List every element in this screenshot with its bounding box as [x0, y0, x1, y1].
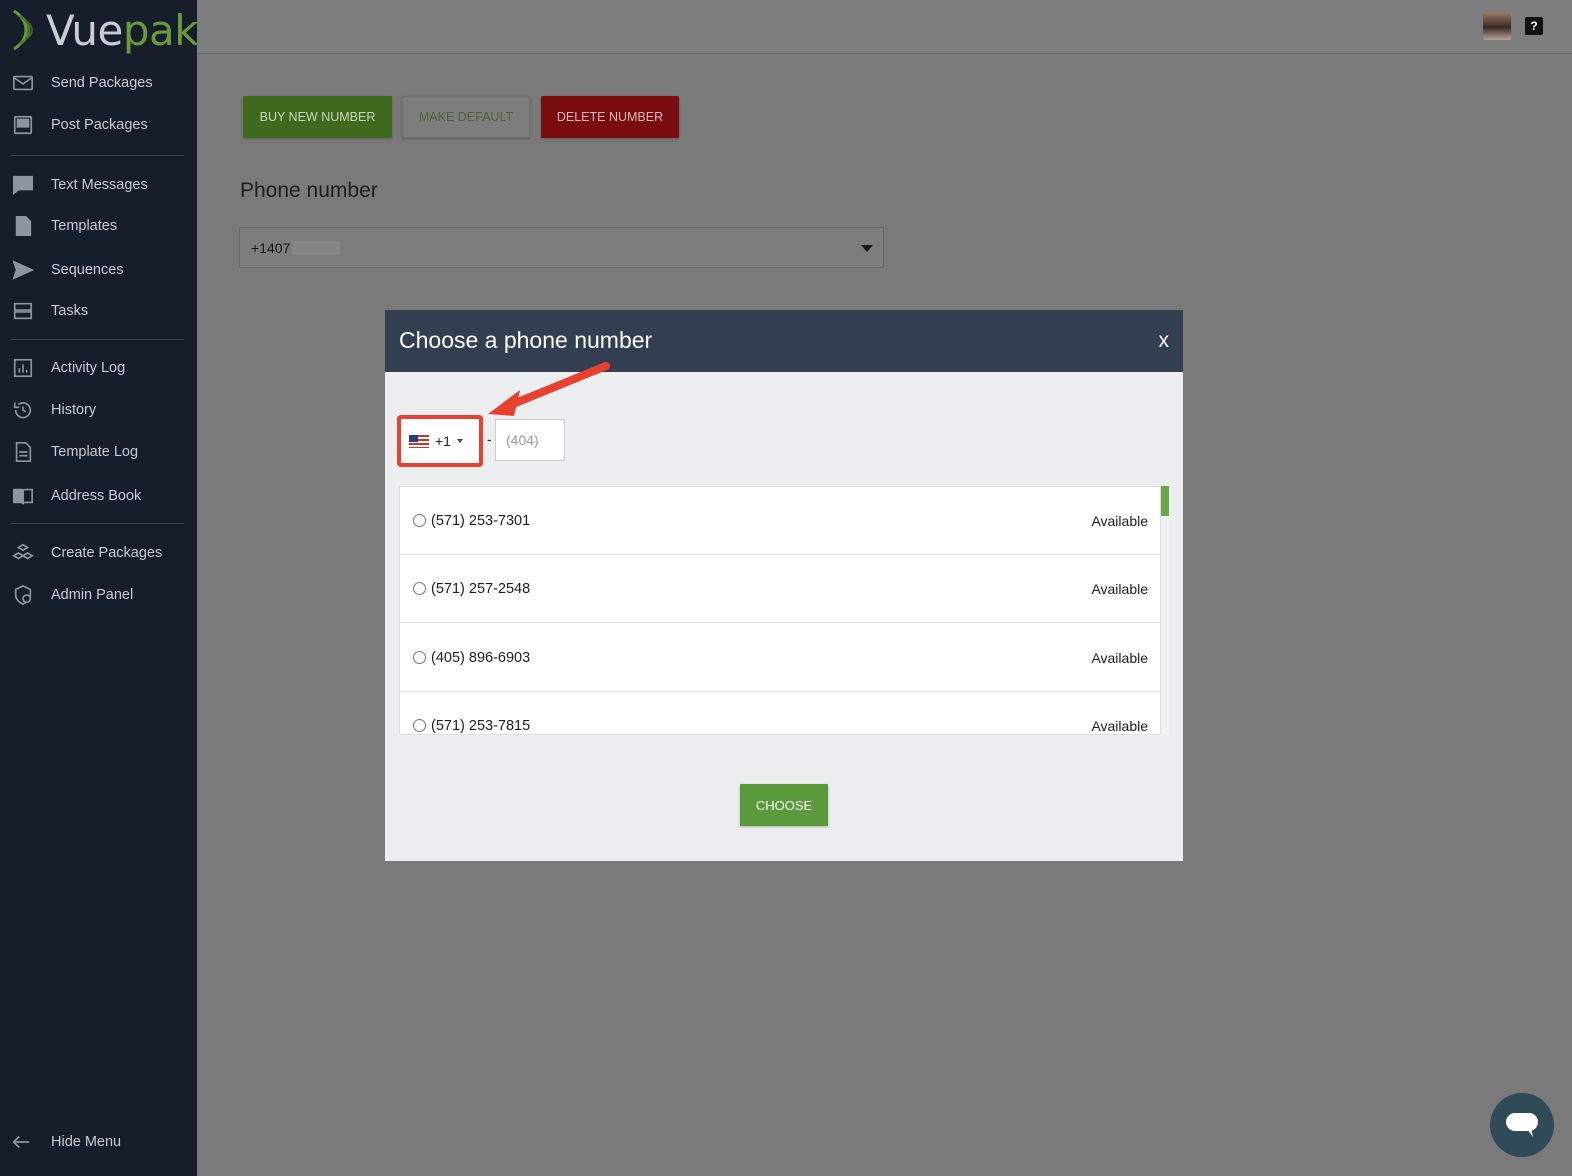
buy-new-number-button[interactable]: BUY NEW NUMBER — [243, 96, 392, 138]
phone-number-option: (405) 896-6903 — [431, 649, 531, 666]
list-item[interactable]: (571) 257-2548 Available — [400, 555, 1160, 623]
user-avatar[interactable] — [1483, 12, 1511, 40]
list-scrollbar-thumb[interactable] — [1161, 486, 1169, 516]
phone-number-option: (571) 253-7815 — [431, 717, 531, 734]
tasks-icon — [11, 299, 35, 323]
area-code-input[interactable] — [495, 419, 565, 461]
sidebar-item-label: Admin Panel — [51, 587, 134, 603]
post-icon — [11, 113, 35, 137]
modal-title: Choose a phone number — [399, 327, 653, 353]
radio-button[interactable] — [413, 651, 426, 664]
sidebar-item-label: Text Messages — [51, 177, 148, 193]
sidebar-item-label: History — [51, 402, 97, 418]
radio-button[interactable] — [413, 582, 426, 595]
sidebar-item-label: Activity Log — [51, 360, 126, 376]
list-item[interactable]: (571) 253-7815 Available — [400, 692, 1160, 734]
chevron-down-icon — [861, 245, 873, 252]
status-text: Available — [1091, 649, 1148, 666]
sidebar-divider — [11, 523, 184, 524]
sidebar: Vuepak Send Packages Post Packages Text … — [0, 0, 199, 1176]
radio-button[interactable] — [413, 514, 426, 527]
phone-number-option: (571) 257-2548 — [431, 580, 531, 597]
radio-button[interactable] — [413, 719, 426, 732]
send-icon — [11, 258, 35, 282]
sidebar-item-label: Sequences — [51, 262, 124, 278]
phone-number-heading: Phone number — [240, 179, 378, 202]
logo-text: Vuepak — [46, 5, 199, 55]
sidebar-item-address-book[interactable]: Address Book — [0, 479, 197, 513]
annotation-arrow-icon — [488, 362, 610, 416]
sidebar-item-tasks[interactable]: Tasks — [0, 294, 197, 328]
sidebar-item-post-packages[interactable]: Post Packages — [0, 108, 197, 142]
sidebar-item-templates[interactable]: Templates — [0, 209, 197, 243]
mail-icon — [11, 71, 35, 95]
sidebar-item-text-messages[interactable]: Text Messages — [0, 168, 197, 202]
sidebar-item-label: Create Packages — [51, 545, 163, 561]
sidebar-item-sequences[interactable]: Sequences — [0, 253, 197, 287]
status-text: Available — [1091, 717, 1148, 734]
sidebar-item-label: Templates — [51, 218, 118, 234]
sidebar-item-label: Post Packages — [51, 117, 148, 133]
status-text: Available — [1091, 580, 1148, 597]
sidebar-item-label: Address Book — [51, 488, 142, 504]
sidebar-item-label: Tasks — [51, 303, 89, 319]
cubes-icon — [11, 541, 35, 565]
sidebar-item-label: Send Packages — [51, 75, 153, 91]
chat-widget-button[interactable] — [1490, 1093, 1554, 1157]
chat-bubble-icon — [1506, 1113, 1538, 1137]
chart-icon — [11, 356, 35, 380]
document-log-icon — [11, 440, 35, 464]
delete-number-button[interactable]: DELETE NUMBER — [541, 96, 679, 138]
status-text: Available — [1091, 512, 1148, 529]
admin-icon — [11, 583, 35, 607]
country-code-value: +1 — [435, 433, 451, 449]
top-bar — [197, 0, 1572, 54]
chat-icon — [11, 173, 35, 197]
phone-number-list[interactable]: (571) 253-7301 Available (571) 257-2548 … — [399, 486, 1161, 735]
logo-text-vue: Vue — [46, 5, 123, 55]
sidebar-item-template-log[interactable]: Template Log — [0, 435, 197, 469]
sidebar-item-history[interactable]: History — [0, 393, 197, 427]
hide-menu-label: Hide Menu — [51, 1134, 122, 1150]
phone-number-select[interactable]: +1407 — [239, 227, 884, 268]
logo-mark-icon — [13, 9, 33, 51]
arrow-left-icon — [12, 1135, 30, 1149]
book-icon — [11, 484, 35, 508]
history-icon — [11, 398, 35, 422]
help-icon[interactable]: ? — [1525, 17, 1543, 35]
phone-number-option: (571) 253-7301 — [431, 512, 531, 529]
hide-menu-button[interactable]: Hide Menu — [0, 1125, 197, 1159]
sidebar-item-label: Template Log — [51, 444, 139, 460]
country-code-select[interactable]: +1 — [397, 415, 483, 467]
sidebar-divider — [11, 339, 184, 340]
list-scrollbar[interactable] — [1161, 486, 1169, 735]
make-default-button[interactable]: MAKE DEFAULT — [402, 96, 530, 138]
logo-text-pak: pak — [122, 5, 199, 55]
redacted-digits — [292, 240, 341, 255]
document-icon — [11, 214, 35, 238]
phone-number-value: +1407 — [251, 239, 291, 256]
us-flag-icon — [409, 434, 429, 448]
caret-down-icon — [456, 439, 463, 443]
list-item[interactable]: (405) 896-6903 Available — [400, 624, 1160, 692]
vuepak-logo[interactable]: Vuepak — [8, 5, 199, 55]
close-button[interactable]: x — [1159, 329, 1170, 353]
choose-button[interactable]: CHOOSE — [740, 784, 828, 826]
sidebar-item-activity-log[interactable]: Activity Log — [0, 351, 197, 385]
sidebar-item-send-packages[interactable]: Send Packages — [0, 66, 197, 100]
sidebar-item-create-packages[interactable]: Create Packages — [0, 536, 197, 570]
sidebar-divider — [11, 155, 184, 156]
sidebar-item-admin-panel[interactable]: Admin Panel — [0, 578, 197, 612]
list-item[interactable]: (571) 253-7301 Available — [400, 487, 1160, 555]
separator-dash: - — [487, 431, 492, 447]
